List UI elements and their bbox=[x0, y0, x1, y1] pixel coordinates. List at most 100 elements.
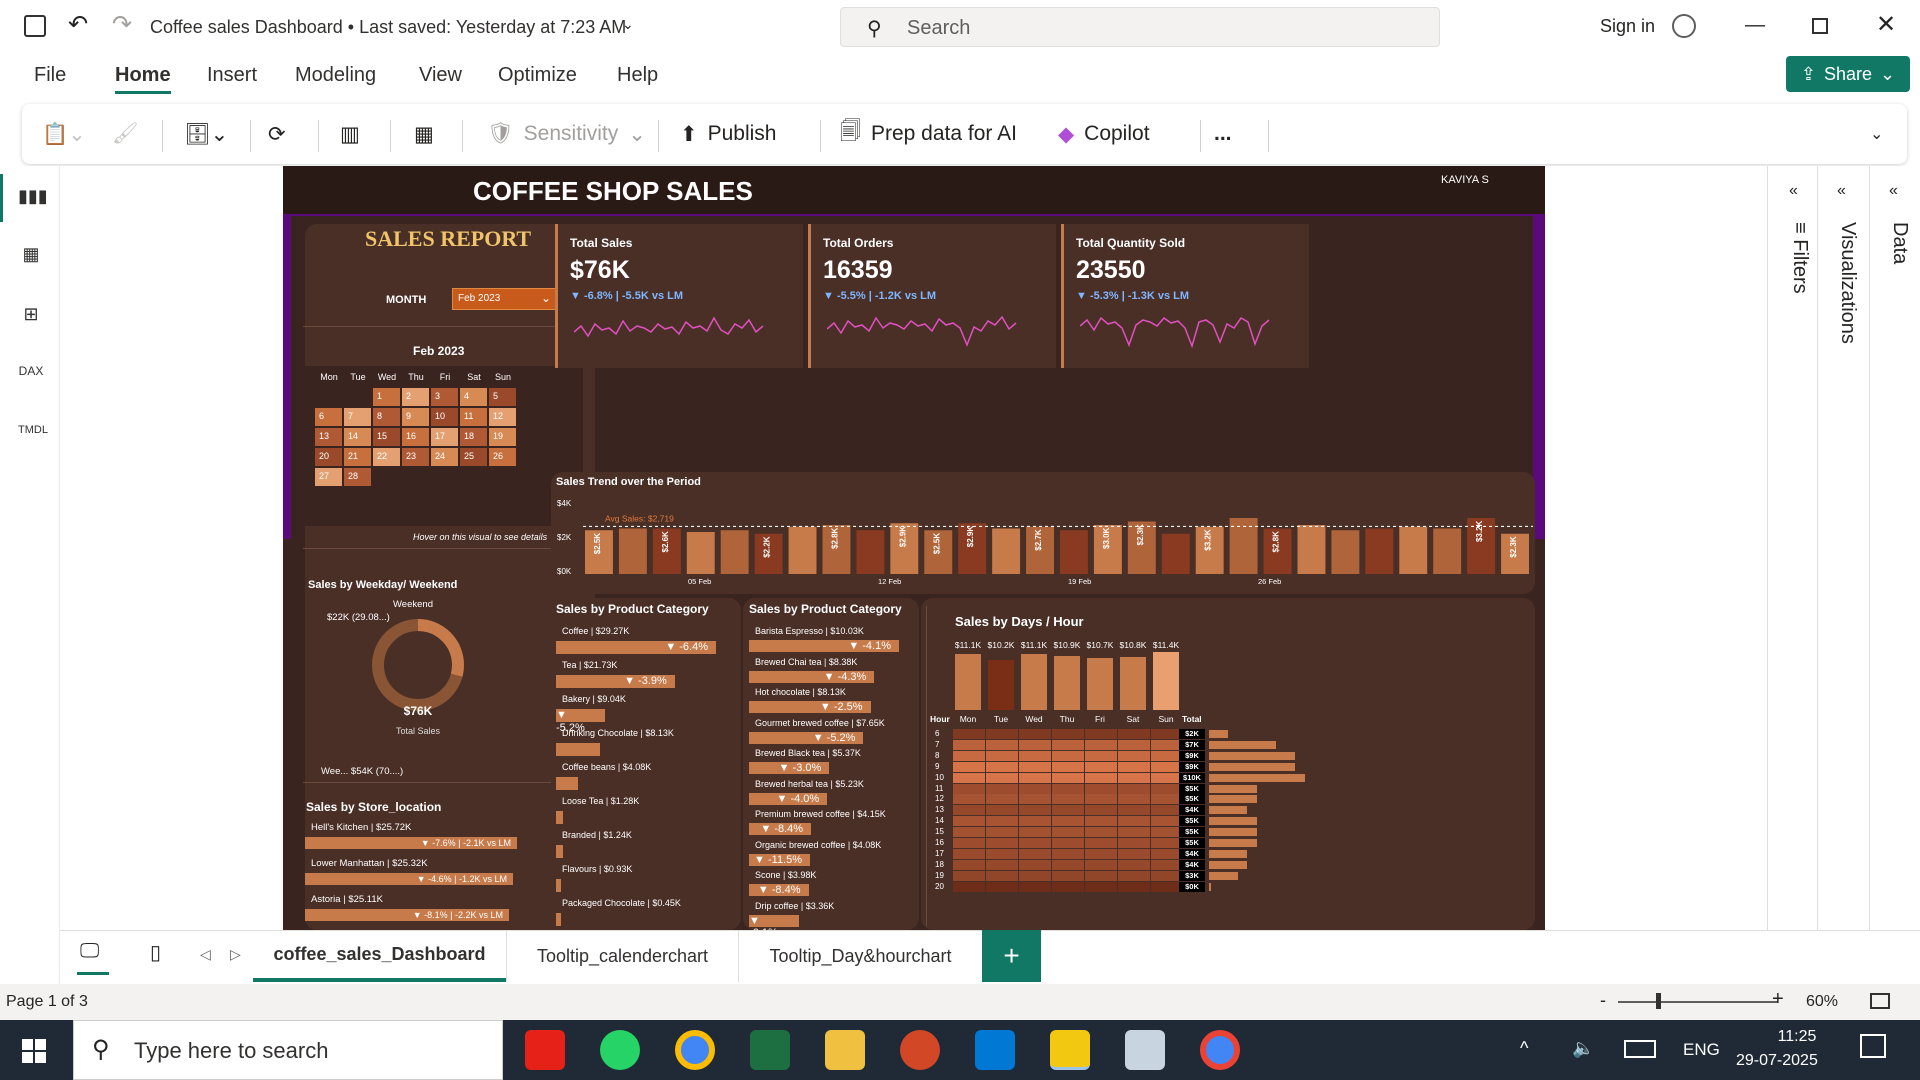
vscode-icon[interactable] bbox=[975, 1030, 1015, 1070]
dax-query-icon[interactable]: DAX bbox=[18, 364, 44, 390]
calendar-day-cell[interactable]: 25 bbox=[460, 448, 487, 466]
trend-bar[interactable] bbox=[788, 526, 817, 574]
heatmap-cell[interactable] bbox=[1085, 870, 1117, 881]
day-bar[interactable] bbox=[988, 660, 1014, 710]
heatmap-cell[interactable] bbox=[1118, 794, 1150, 805]
keyboard-icon[interactable] bbox=[1624, 1040, 1656, 1058]
product-bar[interactable]: ▼ -4.3% bbox=[749, 670, 875, 683]
calendar[interactable]: Mon Tue Wed Thu Fri Sat Sun 1 2 3 4 5 6 7 8 9 10 11 12 13 14… bbox=[305, 366, 583, 526]
trend-bar[interactable] bbox=[1297, 525, 1326, 574]
trend-bar[interactable] bbox=[618, 528, 647, 575]
clock-date[interactable]: 29-07-2025 bbox=[1736, 1052, 1818, 1070]
category-bar[interactable]: ▼ -5.2% bbox=[556, 709, 606, 734]
heatmap-cell[interactable] bbox=[1052, 859, 1084, 870]
menu-home[interactable]: Home bbox=[115, 64, 171, 94]
weekday-donut[interactable] bbox=[368, 615, 468, 715]
heatmap-cell[interactable] bbox=[1118, 870, 1150, 881]
chrome-profile-icon[interactable] bbox=[1200, 1030, 1240, 1070]
save-icon[interactable] bbox=[24, 15, 46, 37]
menu-file[interactable]: File bbox=[34, 64, 66, 87]
day-bar[interactable] bbox=[1087, 658, 1113, 710]
heatmap-cell[interactable] bbox=[1085, 848, 1117, 859]
heatmap-cell[interactable] bbox=[1085, 772, 1117, 783]
add-page-button[interactable]: + bbox=[982, 930, 1041, 982]
menu-help[interactable]: Help bbox=[617, 64, 658, 87]
heatmap-cell[interactable] bbox=[1052, 772, 1084, 783]
trend-bar[interactable] bbox=[1060, 530, 1088, 574]
trend-bar[interactable] bbox=[1161, 533, 1190, 574]
expand-visualizations-icon[interactable]: « bbox=[1837, 182, 1846, 200]
heatmap-cell[interactable] bbox=[1085, 805, 1117, 816]
zoom-thumb[interactable] bbox=[1656, 993, 1661, 1009]
powerpoint-icon[interactable] bbox=[900, 1030, 940, 1070]
calendar-day-cell[interactable]: 9 bbox=[402, 408, 429, 426]
heatmap-cell[interactable] bbox=[1019, 805, 1051, 816]
product-bar[interactable]: ▼ -4.0% bbox=[749, 792, 828, 805]
calendar-day-cell[interactable]: 23 bbox=[402, 448, 429, 466]
prev-page-icon[interactable]: ◁ bbox=[200, 946, 211, 963]
heatmap-cell[interactable] bbox=[986, 881, 1018, 892]
trend-bar[interactable] bbox=[1433, 528, 1462, 575]
heatmap-cell[interactable] bbox=[953, 870, 985, 881]
more-options-button[interactable]: ... bbox=[1214, 114, 1232, 154]
hour-total-bar[interactable] bbox=[1209, 773, 1305, 782]
hour-total-bar[interactable] bbox=[1209, 806, 1248, 815]
sign-in-link[interactable]: Sign in bbox=[1600, 16, 1655, 37]
heatmap-cell[interactable] bbox=[1085, 750, 1117, 761]
fit-to-page-icon[interactable] bbox=[1870, 993, 1890, 1009]
trend-bar[interactable] bbox=[1399, 526, 1428, 574]
day-bar[interactable] bbox=[1021, 654, 1047, 710]
heatmap-cell[interactable] bbox=[1118, 729, 1150, 739]
heatmap-cell[interactable] bbox=[1019, 848, 1051, 859]
report-view-icon[interactable]: ▮▮▮ bbox=[18, 186, 48, 212]
calendar-day-cell[interactable]: 5 bbox=[489, 388, 516, 406]
heatmap-cell[interactable] bbox=[1085, 783, 1117, 794]
kpi-card[interactable]: Total Orders 16359 ▼ -5.5% | -1.2K vs LM bbox=[808, 224, 1056, 368]
calendar-day-cell[interactable]: 28 bbox=[344, 468, 371, 486]
youtube-icon[interactable] bbox=[525, 1030, 565, 1070]
desktop-layout-icon[interactable]: 🖵 bbox=[80, 940, 99, 963]
menu-modeling[interactable]: Modeling bbox=[295, 64, 376, 87]
calendar-day-cell[interactable]: 24 bbox=[431, 448, 458, 466]
heatmap-cell[interactable] bbox=[1085, 827, 1117, 838]
heatmap-cell[interactable] bbox=[1019, 761, 1051, 772]
table-view-icon[interactable]: ▦ bbox=[18, 244, 44, 270]
heatmap-cell[interactable] bbox=[1052, 783, 1084, 794]
hour-total-bar[interactable] bbox=[1209, 751, 1296, 760]
product-bar[interactable]: ▼ -6.1% bbox=[749, 914, 800, 930]
heatmap-cell[interactable] bbox=[1118, 761, 1150, 772]
zoom-slider[interactable] bbox=[1618, 1001, 1778, 1003]
refresh-icon[interactable]: ⟳ bbox=[268, 114, 286, 154]
hour-total-bar[interactable] bbox=[1209, 871, 1238, 880]
windows-start-icon[interactable] bbox=[22, 1039, 46, 1063]
heatmap-cell[interactable] bbox=[1052, 729, 1084, 739]
store-bar[interactable]: ▼ -4.6% | -1.2K vs LM bbox=[305, 873, 513, 885]
category-bar[interactable] bbox=[556, 777, 579, 790]
calendar-day-cell[interactable]: 15 bbox=[373, 428, 400, 446]
heatmap-cell[interactable] bbox=[1052, 848, 1084, 859]
heatmap-cell[interactable] bbox=[1118, 750, 1150, 761]
product-bar[interactable]: ▼ -8.4% bbox=[749, 884, 809, 896]
heatmap-cell[interactable] bbox=[986, 772, 1018, 783]
trend-bar[interactable] bbox=[856, 530, 885, 574]
heatmap-cell[interactable] bbox=[1052, 870, 1084, 881]
tab-tooltip-dayhourchart[interactable]: Tooltip_Day&hourchart bbox=[738, 930, 982, 982]
calendar-day-cell[interactable]: 2 bbox=[402, 388, 429, 406]
category-bar[interactable] bbox=[556, 845, 563, 858]
calendar-day-cell[interactable]: 6 bbox=[315, 408, 342, 426]
hour-total-bar[interactable] bbox=[1209, 839, 1257, 847]
menu-insert[interactable]: Insert bbox=[207, 64, 257, 87]
heatmap-cell[interactable] bbox=[1019, 870, 1051, 881]
whatsapp-icon[interactable] bbox=[600, 1030, 640, 1070]
trend-bar[interactable] bbox=[992, 528, 1021, 575]
heatmap-cell[interactable] bbox=[1019, 783, 1051, 794]
heatmap-cell[interactable] bbox=[1118, 848, 1150, 859]
hour-total-bar[interactable] bbox=[1209, 740, 1277, 749]
heatmap-cell[interactable] bbox=[953, 739, 985, 750]
calendar-day-cell[interactable]: 19 bbox=[489, 428, 516, 446]
trend-bar[interactable] bbox=[686, 532, 715, 574]
heatmap-cell[interactable] bbox=[1019, 772, 1051, 783]
heatmap-cell[interactable] bbox=[1085, 729, 1117, 739]
heatmap-cell[interactable] bbox=[953, 729, 985, 739]
hour-total-bar[interactable] bbox=[1209, 849, 1248, 858]
